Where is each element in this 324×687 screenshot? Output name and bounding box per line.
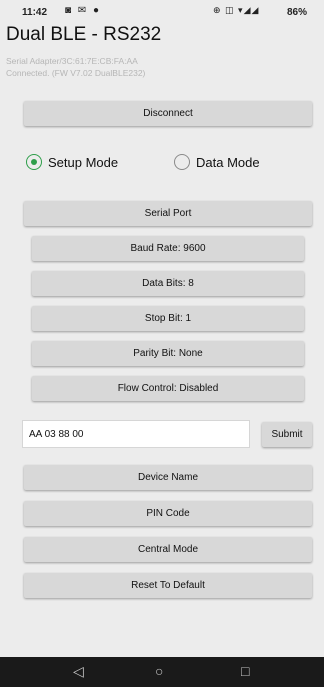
status-time: 11:42 [22,7,48,18]
command-input[interactable] [22,420,250,448]
reset-default-button[interactable]: Reset To Default [24,573,312,598]
app-title: Dual BLE - RS232 [6,24,162,45]
parity-bit-button[interactable]: Parity Bit: None [32,341,304,366]
device-line: Serial Adapter/3C:61:7E:CB:FA:AA [6,56,138,66]
setup-mode-label: Setup Mode [48,154,119,170]
notification-icons: ◙ ✉ ● [65,5,102,16]
serial-port-button[interactable]: Serial Port [24,201,312,226]
data-mode-radio[interactable]: Data Mode [174,154,260,170]
pin-code-button[interactable]: PIN Code [24,501,312,526]
stop-bit-button[interactable]: Stop Bit: 1 [32,306,304,331]
back-icon[interactable]: ◁ [73,663,84,680]
battery-level: 86% [287,7,308,18]
central-mode-button[interactable]: Central Mode [24,537,312,562]
data-mode-label: Data Mode [196,154,260,170]
flow-control-button[interactable]: Flow Control: Disabled [32,376,304,401]
recents-icon[interactable]: □ [241,663,249,679]
radio-unselected-icon [174,154,190,170]
device-name-button[interactable]: Device Name [24,465,312,490]
baud-rate-button[interactable]: Baud Rate: 9600 [32,236,304,261]
connection-info: Serial Adapter/3C:61:7E:CB:FA:AA Connect… [6,55,145,79]
radio-selected-icon [26,154,42,170]
setup-mode-radio[interactable]: Setup Mode [26,154,118,170]
signal-icons: ⊕ ◫ ▾◢◢ [213,5,260,15]
data-bits-button[interactable]: Data Bits: 8 [32,271,304,296]
nav-bar: ◁ ○ □ [0,657,324,687]
status-bar: 11:42 ◙ ✉ ● ⊕ ◫ ▾◢◢ 86% [0,0,324,22]
submit-button[interactable]: Submit [262,422,312,447]
connection-status: Connected. (FW V7.02 DualBLE232) [6,68,146,78]
disconnect-button[interactable]: Disconnect [24,101,312,126]
home-icon[interactable]: ○ [155,663,163,679]
